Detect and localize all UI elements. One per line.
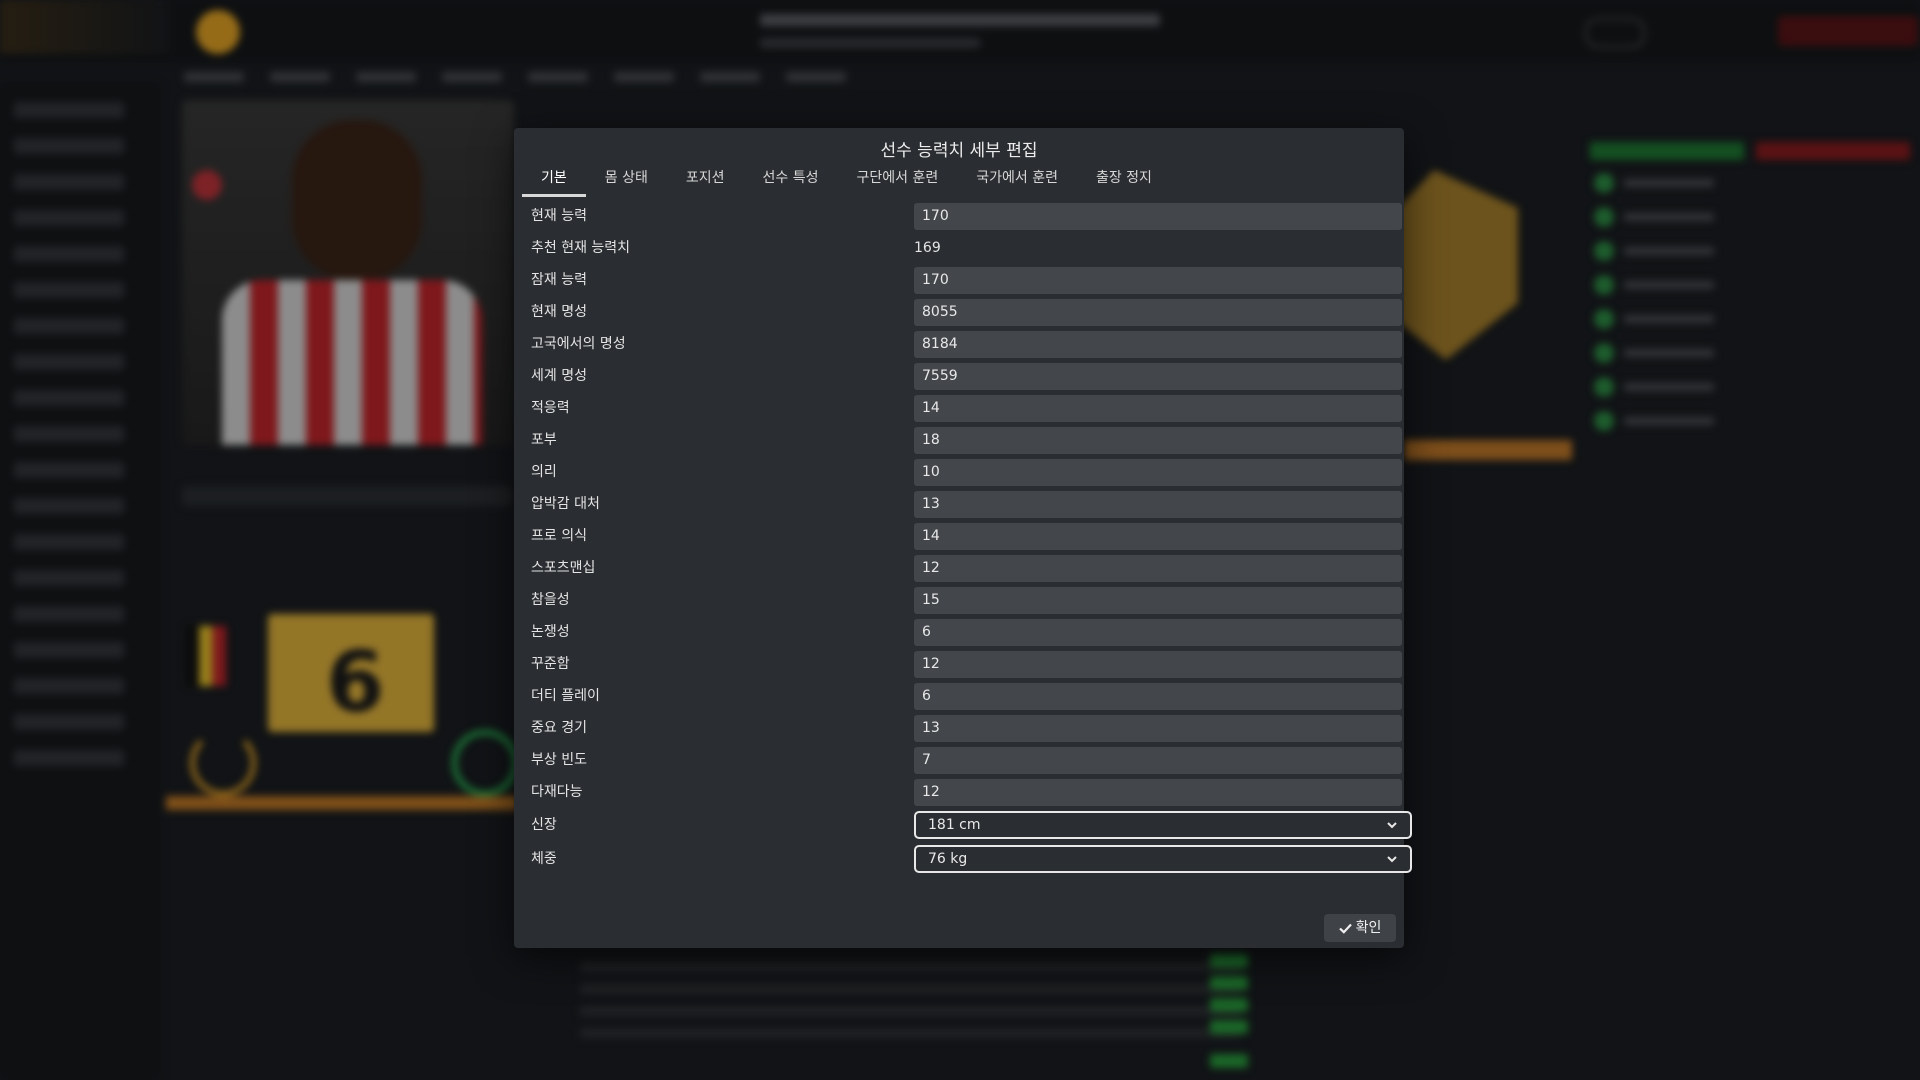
height-select-value: 181 cm — [928, 817, 981, 833]
field-label: 다재다능 — [531, 784, 583, 800]
attribute-form: 현재 능력 170 추천 현재 능력치 169 잠재 능력 170 현재 명성 … — [522, 200, 1412, 876]
field-label: 압박감 대처 — [531, 496, 600, 512]
field-injury-proneness: 부상 빈도 7 — [522, 744, 1412, 776]
field-current-reputation: 현재 명성 8055 — [522, 296, 1412, 328]
home-reputation-input[interactable]: 8184 — [914, 331, 1402, 358]
field-label: 참을성 — [531, 592, 570, 608]
tab-positions[interactable]: 포지션 — [667, 162, 744, 194]
check-icon — [1338, 923, 1352, 934]
important-matches-input[interactable]: 13 — [914, 715, 1402, 742]
field-potential-ability: 잠재 능력 170 — [522, 264, 1412, 296]
potential-ability-input[interactable]: 170 — [914, 267, 1402, 294]
field-current-ability: 현재 능력 170 — [522, 200, 1412, 232]
field-dirtiness: 더티 플레이 6 — [522, 680, 1412, 712]
field-label: 적응력 — [531, 400, 570, 416]
confirm-label: 확인 — [1355, 920, 1382, 936]
field-world-reputation: 세계 명성 7559 — [522, 360, 1412, 392]
field-sportsmanship: 스포츠맨십 12 — [522, 552, 1412, 584]
dialog-title: 선수 능력치 세부 편집 — [880, 141, 1038, 161]
chevron-down-icon — [1387, 822, 1397, 829]
height-select[interactable]: 181 cm — [914, 811, 1412, 839]
tab-national-training[interactable]: 국가에서 훈련 — [957, 162, 1077, 194]
field-loyalty: 의리 10 — [522, 456, 1412, 488]
field-adaptability: 적응력 14 — [522, 392, 1412, 424]
chevron-down-icon — [1387, 856, 1397, 863]
confirm-button[interactable]: 확인 — [1324, 914, 1396, 942]
consistency-input[interactable]: 12 — [914, 651, 1402, 678]
field-label: 부상 빈도 — [531, 752, 587, 768]
field-ambition: 포부 18 — [522, 424, 1412, 456]
field-label: 잠재 능력 — [531, 272, 587, 288]
field-pressure: 압박감 대처 13 — [522, 488, 1412, 520]
field-recommended-ability: 추천 현재 능력치 169 — [522, 232, 1412, 264]
field-label: 더티 플레이 — [531, 688, 600, 704]
tab-suspension[interactable]: 출장 정지 — [1077, 162, 1171, 194]
field-label: 스포츠맨십 — [531, 560, 596, 576]
tab-basic[interactable]: 기본 — [522, 162, 586, 197]
world-reputation-input[interactable]: 7559 — [914, 363, 1402, 390]
field-label: 신장 — [531, 817, 557, 833]
field-label: 현재 능력 — [531, 208, 587, 224]
field-label: 중요 경기 — [531, 720, 587, 736]
field-weight: 체중 76 kg — [522, 842, 1412, 876]
weight-select-value: 76 kg — [928, 851, 968, 867]
field-consistency: 꾸준함 12 — [522, 648, 1412, 680]
field-versatility: 다재다능 12 — [522, 776, 1412, 808]
field-label: 꾸준함 — [531, 656, 570, 672]
current-ability-input[interactable]: 170 — [914, 203, 1402, 230]
dirtiness-input[interactable]: 6 — [914, 683, 1402, 710]
pressure-input[interactable]: 13 — [914, 491, 1402, 518]
temperament-input[interactable]: 15 — [914, 587, 1402, 614]
versatility-input[interactable]: 12 — [914, 779, 1402, 806]
field-label: 논쟁성 — [531, 624, 570, 640]
tab-club-training[interactable]: 구단에서 훈련 — [837, 162, 957, 194]
dialog-tabs: 기본 몸 상태 포지션 선수 특성 구단에서 훈련 국가에서 훈련 출장 정지 — [522, 162, 1171, 197]
field-controversy: 논쟁성 6 — [522, 616, 1412, 648]
field-label: 체중 — [531, 851, 557, 867]
field-label: 현재 명성 — [531, 304, 587, 320]
current-reputation-input[interactable]: 8055 — [914, 299, 1402, 326]
tab-condition[interactable]: 몸 상태 — [586, 162, 667, 194]
field-label: 추천 현재 능력치 — [531, 240, 631, 256]
sportsmanship-input[interactable]: 12 — [914, 555, 1402, 582]
adaptability-input[interactable]: 14 — [914, 395, 1402, 422]
field-height: 신장 181 cm — [522, 808, 1412, 842]
field-home-reputation: 고국에서의 명성 8184 — [522, 328, 1412, 360]
field-important-matches: 중요 경기 13 — [522, 712, 1412, 744]
field-temperament: 참을성 15 — [522, 584, 1412, 616]
field-label: 프로 의식 — [531, 528, 587, 544]
edit-attributes-dialog: 선수 능력치 세부 편집 기본 몸 상태 포지션 선수 특성 구단에서 훈련 국… — [514, 128, 1412, 948]
injury-proneness-input[interactable]: 7 — [914, 747, 1402, 774]
loyalty-input[interactable]: 10 — [914, 459, 1402, 486]
professionalism-input[interactable]: 14 — [914, 523, 1402, 550]
weight-select[interactable]: 76 kg — [914, 845, 1412, 873]
field-label: 세계 명성 — [531, 368, 587, 384]
field-label: 고국에서의 명성 — [531, 336, 626, 352]
field-label: 의리 — [531, 464, 557, 480]
ambition-input[interactable]: 18 — [914, 427, 1402, 454]
field-label: 포부 — [531, 432, 557, 448]
recommended-ability-value: 169 — [914, 240, 941, 256]
field-professionalism: 프로 의식 14 — [522, 520, 1412, 552]
controversy-input[interactable]: 6 — [914, 619, 1402, 646]
tab-player-traits[interactable]: 선수 특성 — [744, 162, 838, 194]
